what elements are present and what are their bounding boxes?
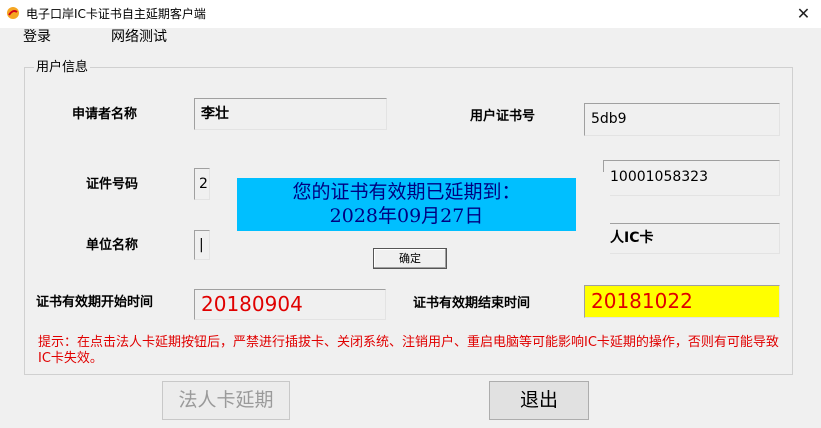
valid-end-field[interactable]: 20181022 bbox=[584, 285, 780, 318]
message-line-1: 您的证书有效期已延期到： bbox=[292, 181, 521, 203]
unit-name-field[interactable]: | bbox=[194, 230, 210, 260]
card-type-field[interactable]: 人IC卡 bbox=[603, 223, 780, 254]
exit-button[interactable]: 退出 bbox=[489, 381, 589, 420]
close-window-button[interactable]: ✕ bbox=[786, 0, 821, 28]
menu-network-test[interactable]: 网络测试 bbox=[109, 27, 169, 47]
user-info-group-title: 用户信息 bbox=[34, 60, 91, 76]
id-number-label: 证件号码 bbox=[86, 177, 139, 192]
valid-start-field[interactable]: 20180904 bbox=[194, 289, 386, 320]
window-title: 电子口岸IC卡证书自主延期客户端 bbox=[26, 7, 206, 21]
warning-tip: 提示：在点击法人卡延期按钮后，严禁进行插拔卡、关闭系统、注销用户、重启电脑等可能… bbox=[38, 335, 779, 366]
extension-message-banner: 您的证书有效期已延期到： 2028年09月27日 bbox=[237, 178, 576, 231]
id-number-field[interactable]: 2 bbox=[194, 168, 210, 200]
applicant-name-label: 申请者名称 bbox=[72, 107, 138, 122]
ok-button[interactable]: 确定 bbox=[373, 248, 447, 269]
menu-login[interactable]: 登录 bbox=[21, 27, 53, 47]
card-number-field[interactable]: 10001058323 bbox=[603, 160, 780, 196]
user-cert-number-field[interactable]: 5db9 bbox=[584, 103, 780, 136]
user-cert-number-label: 用户证书号 bbox=[470, 109, 536, 124]
app-logo-icon bbox=[6, 6, 20, 20]
message-line-2: 2028年09月27日 bbox=[329, 205, 484, 227]
extend-legal-card-button[interactable]: 法人卡延期 bbox=[162, 381, 290, 420]
unit-name-label: 单位名称 bbox=[86, 238, 139, 253]
valid-start-label: 证书有效期开始时间 bbox=[36, 295, 154, 310]
applicant-name-field[interactable]: 李壮 bbox=[194, 98, 387, 130]
valid-end-label: 证书有效期结束时间 bbox=[413, 296, 531, 311]
